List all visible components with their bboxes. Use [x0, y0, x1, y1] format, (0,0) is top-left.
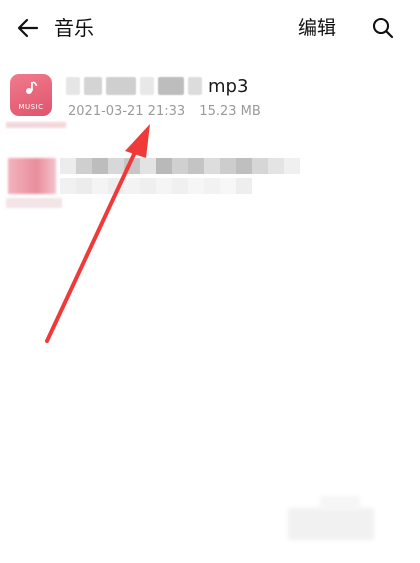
redacted-file-name [60, 158, 300, 174]
redacted-name-part [106, 77, 136, 95]
arrow-left-icon [17, 18, 39, 38]
top-bar: 音乐 编辑 [0, 0, 420, 56]
list-item[interactable] [0, 150, 420, 212]
redacted-name-part [66, 77, 80, 95]
edit-button[interactable]: 编辑 [298, 12, 336, 44]
music-file-list-screen: 音乐 编辑 MUSIC mp3 2021-03-21 21:33 15.23 M… [0, 0, 420, 563]
redacted-area [288, 508, 374, 540]
file-meta: 2021-03-21 21:33 15.23 MB [68, 104, 271, 119]
file-name: mp3 [66, 74, 248, 98]
file-size: 15.23 MB [199, 104, 261, 119]
music-icon [26, 81, 38, 94]
redacted-name-part [140, 77, 154, 95]
redacted-file-meta [60, 178, 252, 194]
redacted-name-part [188, 77, 202, 95]
list-item[interactable]: MUSIC mp3 2021-03-21 21:33 15.23 MB [0, 66, 420, 128]
file-date: 2021-03-21 21:33 [68, 104, 186, 119]
back-button[interactable] [12, 12, 44, 44]
search-icon [372, 17, 394, 39]
music-file-thumbnail: MUSIC [10, 74, 52, 116]
search-button[interactable] [367, 12, 399, 44]
redacted-thumbnail [8, 158, 56, 194]
redacted-area [6, 122, 66, 128]
redacted-area [320, 496, 360, 510]
redacted-name-part [158, 77, 184, 95]
file-extension: mp3 [208, 75, 249, 97]
redacted-name-part [84, 77, 102, 95]
redacted-area [6, 198, 62, 208]
page-title: 音乐 [54, 16, 94, 40]
music-icon-label: MUSIC [18, 103, 44, 111]
